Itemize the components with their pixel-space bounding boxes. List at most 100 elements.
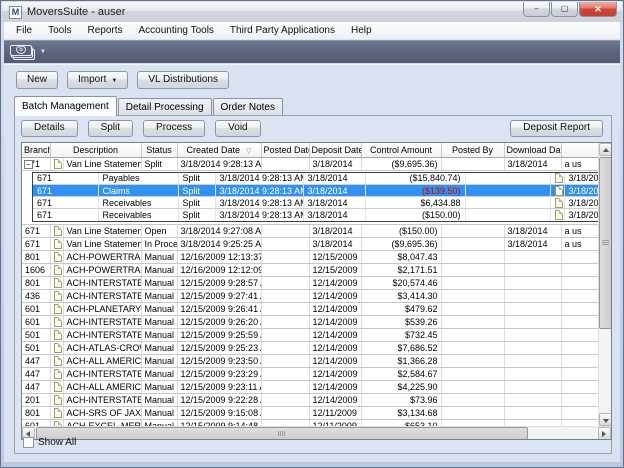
cell-description: Van Line Statement xyxy=(63,237,141,250)
cell-status: Split xyxy=(178,185,215,197)
menu-item-tools[interactable]: Tools xyxy=(40,23,79,38)
collapse-expander-icon[interactable]: − xyxy=(24,160,33,169)
cell-deposit-date: 12/14/2009 xyxy=(309,289,361,302)
split-button[interactable]: Split xyxy=(88,120,133,137)
menu-item-accounting-tools[interactable]: Accounting Tools xyxy=(131,23,222,38)
table-row[interactable]: 501ACH-ATLAS-CROWNManual12/15/2009 9:25:… xyxy=(22,341,598,354)
cell-control-amount: $20,574.46 xyxy=(361,276,441,289)
void-button[interactable]: Void xyxy=(215,120,260,137)
table-row[interactable]: 671ReceivablesSplit3/18/2014 9:28:13 AM3… xyxy=(33,209,598,221)
cell-created-date: 12/15/2009 9:22:28 AM xyxy=(177,393,261,406)
table-row[interactable]: 601ACH-PLANETARY-MEManual12/15/2009 9:26… xyxy=(22,302,598,315)
horizontal-scroll-thumb[interactable] xyxy=(36,427,528,440)
scroll-right-button[interactable] xyxy=(598,427,611,440)
cell-download-date: 3/18/2014 xyxy=(504,237,561,250)
cell-doc xyxy=(50,315,63,328)
toolbar-dropdown-icon[interactable]: ▼ xyxy=(40,49,46,55)
table-row[interactable]: 201ACH-INTERSTATE-MManual12/15/2009 9:22… xyxy=(22,393,598,406)
tab-detail-processing[interactable]: Detail Processing xyxy=(118,98,212,115)
col-header-description[interactable]: Description xyxy=(50,143,141,157)
col-header-created-date[interactable]: Created Date▽ xyxy=(177,143,261,157)
tab-order-notes[interactable]: Order Notes xyxy=(213,98,283,115)
tab-batch-management[interactable]: Batch Management xyxy=(14,96,117,116)
menu-item-file[interactable]: File xyxy=(8,23,40,38)
menu-item-help[interactable]: Help xyxy=(343,23,380,38)
cell-description: ACH-INTERSTATE-TI xyxy=(63,276,141,289)
cell-download-date xyxy=(504,328,561,341)
details-button[interactable]: Details xyxy=(21,120,78,137)
cell-branch: 1606 xyxy=(22,263,50,276)
import-button[interactable]: Import▼ xyxy=(67,71,128,89)
menu-item-third-party-applications[interactable]: Third Party Applications xyxy=(222,23,343,38)
cell-control-amount: ($150.00) xyxy=(365,209,465,221)
table-row[interactable]: 436ACH-INTERSTATE-PManual12/15/2009 9:27… xyxy=(22,289,598,302)
table-row[interactable]: 601ACH-INTERSTATE-MManual12/15/2009 9:26… xyxy=(22,315,598,328)
vl-distributions-button[interactable]: VL Distributions xyxy=(137,71,229,89)
batch-table: Branch Description Status Created Date▽ … xyxy=(22,143,599,433)
col-header-control-amount[interactable]: Control Amount xyxy=(361,143,441,157)
cell-user xyxy=(561,380,598,393)
col-header-branch[interactable]: Branch xyxy=(22,143,50,157)
table-row[interactable]: −671Van Line StatementSplit3/18/2014 9:2… xyxy=(22,157,598,170)
cell-status: Manual xyxy=(141,328,177,341)
maximize-button[interactable]: ▢ xyxy=(551,2,578,17)
table-row[interactable]: 501ACH-INTERSTATE-CManual12/15/2009 9:25… xyxy=(22,328,598,341)
deposit-money-icon[interactable]: $ xyxy=(10,45,36,60)
col-header-status[interactable]: Status xyxy=(141,143,177,157)
scroll-up-button[interactable] xyxy=(599,143,612,156)
cell-deposit-date: 12/15/2009 xyxy=(309,263,361,276)
menu-item-reports[interactable]: Reports xyxy=(79,23,130,38)
cell-branch: 671 xyxy=(22,237,50,250)
cell-posted-date xyxy=(261,354,309,367)
cell-doc xyxy=(550,173,564,185)
minimize-button[interactable]: – xyxy=(523,2,550,17)
cell-posted-by xyxy=(441,289,504,302)
cell-posted-date xyxy=(261,406,309,419)
table-row[interactable]: 447ACH-ALL AMERICANManual12/15/2009 9:23… xyxy=(22,380,598,393)
cell-doc xyxy=(50,276,63,289)
col-header-posted-by[interactable]: Posted By xyxy=(441,143,504,157)
cell-download-date: 3/18/2014 xyxy=(564,197,598,209)
title-bar[interactable]: M MoversSuite - auser – ▢ ✕ xyxy=(2,2,622,22)
cell-description: ACH-POWERTRACK xyxy=(63,263,141,276)
table-row[interactable]: 671Van Line StatementOpen3/18/2014 9:27:… xyxy=(22,224,598,237)
cell-branch: −671 xyxy=(22,157,50,170)
cell-branch: 671 xyxy=(33,173,98,185)
col-header-posted-date[interactable]: Posted Date xyxy=(261,143,309,157)
cell-doc xyxy=(50,250,63,263)
cell-control-amount: $2,171.51 xyxy=(361,263,441,276)
horizontal-scrollbar[interactable] xyxy=(22,426,611,439)
cell-posted-date xyxy=(261,367,309,380)
cell-status: Manual xyxy=(141,393,177,406)
cell-status: Manual xyxy=(141,263,177,276)
new-button[interactable]: New xyxy=(16,71,58,89)
cell-status: Split xyxy=(178,173,215,185)
table-row[interactable]: 447ACH-INTERSTATE-MManual12/15/2009 9:23… xyxy=(22,367,598,380)
cell-posted-by xyxy=(441,224,504,237)
table-row[interactable]: 671ClaimsSplit3/18/2014 9:28:13 AM3/18/2… xyxy=(33,185,598,197)
table-row[interactable]: 801ACH-SRS OF JAX-TEManual12/15/2009 9:1… xyxy=(22,406,598,419)
process-button[interactable]: Process xyxy=(143,120,205,137)
table-row[interactable]: 801ACH-POWERTRACKManual12/16/2009 12:13:… xyxy=(22,250,598,263)
close-button[interactable]: ✕ xyxy=(579,2,617,17)
col-header-download-date[interactable]: Download Date xyxy=(504,143,561,157)
table-row[interactable]: 801ACH-INTERSTATE-TIManual12/15/2009 9:2… xyxy=(22,276,598,289)
vertical-scrollbar[interactable] xyxy=(598,143,611,426)
scroll-down-button[interactable] xyxy=(599,413,612,426)
cell-control-amount: $73.96 xyxy=(361,393,441,406)
cell-control-amount: $3,414.30 xyxy=(361,289,441,302)
table-row[interactable]: 671ReceivablesSplit3/18/2014 9:28:13 AM3… xyxy=(33,197,598,209)
deposit-report-button[interactable]: Deposit Report xyxy=(510,120,603,137)
cell-deposit-date: 12/14/2009 xyxy=(309,354,361,367)
cell-deposit-date: 12/14/2009 xyxy=(309,315,361,328)
table-row[interactable]: 671PayablesSplit3/18/2014 9:28:13 AM3/18… xyxy=(33,173,598,185)
cell-user xyxy=(561,276,598,289)
table-row[interactable]: 1606ACH-POWERTRACKManual12/16/2009 12:12… xyxy=(22,263,598,276)
cell-created-date: 12/15/2009 9:26:41 AM xyxy=(177,302,261,315)
col-header-deposit-date[interactable]: Deposit Date xyxy=(309,143,361,157)
table-row[interactable]: 447ACH-ALL AMERICANManual12/15/2009 9:23… xyxy=(22,354,598,367)
table-row[interactable]: 671Van Line StatementIn Process3/18/2014… xyxy=(22,237,598,250)
cell-created-date: 3/18/2014 9:27:08 AM xyxy=(177,224,261,237)
show-all-checkbox[interactable] xyxy=(23,437,34,448)
vertical-scroll-thumb[interactable] xyxy=(599,157,612,329)
